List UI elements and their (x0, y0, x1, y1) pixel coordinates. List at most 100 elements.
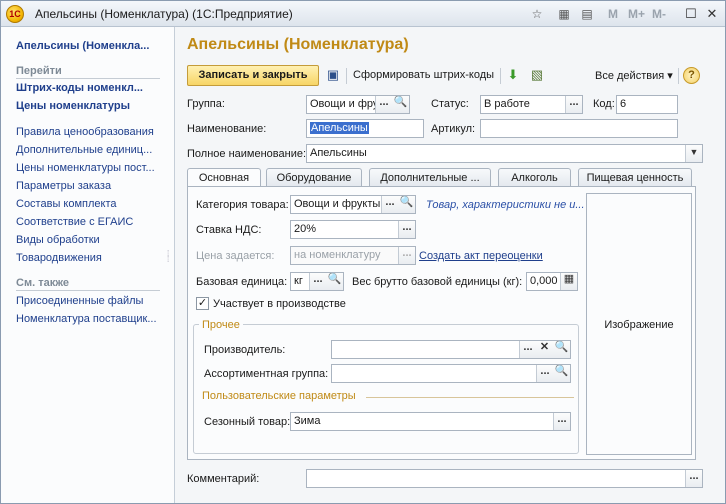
nav-divider (16, 290, 160, 291)
nav-goto-header: Перейти (16, 65, 62, 77)
nav-title[interactable]: Апельсины (Номенкла... (16, 40, 149, 52)
gross-weight-field[interactable]: 0,000 ▦ (526, 272, 578, 291)
seasonal-select-button[interactable]: ... (553, 413, 570, 430)
calendar-icon[interactable]: ▤ (579, 6, 595, 22)
1c-logo-icon[interactable]: 1С (6, 5, 24, 23)
price-set-select-button[interactable]: ... (398, 247, 415, 264)
create-revaluation-act-link[interactable]: Создать акт переоценки (419, 250, 543, 262)
search-icon[interactable]: 🔍 (392, 96, 409, 113)
all-actions-menu[interactable]: Все действия ▾ (595, 69, 673, 82)
code-field[interactable]: 6 (616, 95, 678, 114)
group-select-button[interactable]: ... (375, 96, 392, 113)
search-icon[interactable]: 🔍 (553, 341, 570, 358)
base-unit-label: Базовая единица: (196, 276, 288, 288)
navigation-panel: Апельсины (Номенкла... Перейти Штрих-код… (1, 27, 175, 503)
nav-link-supplier-prices[interactable]: Цены номенклатуры пост... (16, 162, 155, 174)
comment-field[interactable]: ... (306, 469, 703, 488)
manufacturer-label: Производитель: (204, 344, 286, 356)
user-params-divider (366, 397, 574, 398)
category-field[interactable]: Овощи и фрукты ... 🔍 (290, 195, 416, 214)
nav-link-goods-movement[interactable]: Товародвижения (16, 252, 102, 264)
app-window: 1С Апельсины (Номенклатура) (1С:Предприя… (0, 0, 726, 504)
close-icon[interactable]: ✕ (704, 6, 720, 22)
download-icon[interactable]: ⬇ (504, 66, 522, 84)
tab-main[interactable]: Основная (187, 168, 261, 188)
panel-resize-grip[interactable]: ⁞ ⁞ (167, 250, 171, 264)
tab-equipment[interactable]: Оборудование (266, 168, 362, 187)
price-set-label: Цена задается: (196, 250, 275, 262)
product-characteristics-link[interactable]: Товар, характеристики не и... (426, 199, 585, 211)
title-bar: 1С Апельсины (Номенклатура) (1С:Предприя… (1, 1, 725, 27)
seasonal-field[interactable]: Зима ... (290, 412, 571, 431)
search-icon[interactable]: 🔍 (398, 196, 415, 213)
nav-link-supplier-items[interactable]: Номенклатура поставщик... (16, 313, 157, 325)
save-icon[interactable]: ▣ (324, 66, 342, 84)
comment-open-button[interactable]: ... (685, 470, 702, 487)
base-unit-select-button[interactable]: ... (309, 273, 326, 290)
nav-divider (16, 78, 160, 79)
group-label: Группа: (187, 98, 225, 110)
group-field[interactable]: Овощи и фрукты ... 🔍 (306, 95, 410, 114)
generate-barcodes-button[interactable]: Сформировать штрих-коды (353, 69, 494, 81)
nav-link-extra-units[interactable]: Дополнительные единиц... (16, 144, 152, 156)
name-value: Апельсины (310, 122, 369, 134)
nav-link-attached-files[interactable]: Присоединенные файлы (16, 295, 143, 307)
full-name-field[interactable]: Апельсины ▼ (306, 144, 703, 163)
nav-link-pricing-rules[interactable]: Правила ценообразования (16, 126, 154, 138)
price-set-value: на номенклатуру (294, 249, 381, 261)
comment-label: Комментарий: (187, 473, 260, 485)
tab-additional[interactable]: Дополнительные ... (369, 168, 491, 187)
toolbar-separator (346, 68, 347, 84)
toolbar-separator (500, 68, 501, 84)
production-checkbox[interactable]: ✓ (196, 297, 209, 310)
write-and-close-button[interactable]: Записать и закрыть (187, 65, 319, 86)
memory-subtract-button[interactable]: M- (652, 7, 666, 21)
memory-store-button[interactable]: M (608, 7, 618, 21)
status-select-button[interactable]: ... (565, 96, 582, 113)
code-value: 6 (620, 98, 627, 110)
category-select-button[interactable]: ... (381, 196, 398, 213)
nav-link-egais[interactable]: Соответствие с ЕГАИС (16, 216, 133, 228)
nav-link-processing-types[interactable]: Виды обработки (16, 234, 100, 246)
user-params-title: Пользовательские параметры (202, 390, 356, 402)
favorites-icon[interactable]: ☆ (529, 6, 545, 22)
tab-alcohol[interactable]: Алкоголь (498, 168, 571, 187)
search-icon[interactable]: 🔍 (326, 273, 343, 290)
base-unit-field[interactable]: кг ... 🔍 (290, 272, 344, 291)
nav-link-prices[interactable]: Цены номенклатуры (16, 100, 130, 112)
calculator-icon[interactable]: ▦ (556, 6, 572, 22)
maximize-icon[interactable]: ☐ (683, 6, 699, 22)
clear-icon[interactable]: ✕ (536, 341, 553, 358)
status-field[interactable]: В работе ... (480, 95, 583, 114)
calculator-icon[interactable]: ▦ (560, 273, 577, 290)
manufacturer-field[interactable]: ... ✕ 🔍 (331, 340, 571, 359)
search-icon[interactable]: 🔍 (553, 365, 570, 382)
help-button[interactable]: ? (683, 67, 700, 84)
assortment-group-field[interactable]: ... 🔍 (331, 364, 571, 383)
page-title: Апельсины (Номенклатура) (187, 36, 409, 53)
manufacturer-select-button[interactable]: ... (519, 341, 536, 358)
nav-link-kit-contents[interactable]: Составы комплекта (16, 198, 116, 210)
other-group-title: Прочее (199, 319, 243, 331)
tab-nutrition[interactable]: Пищевая ценность (578, 168, 692, 187)
article-field[interactable] (480, 119, 678, 138)
full-name-label: Полное наименование: (187, 148, 307, 160)
name-field[interactable]: Апельсины (306, 119, 424, 138)
price-set-field[interactable]: на номенклатуру ... (290, 246, 416, 265)
assortment-group-label: Ассортиментная группа: (204, 368, 329, 380)
form-area: Апельсины (Номенклатура) Записать и закр… (176, 27, 725, 503)
image-label: Изображение (604, 319, 674, 331)
vat-field[interactable]: 20% ... (290, 220, 416, 239)
assortment-group-select-button[interactable]: ... (536, 365, 553, 382)
vat-select-button[interactable]: ... (398, 221, 415, 238)
memory-add-button[interactable]: M+ (628, 7, 645, 21)
name-label: Наименование: (187, 123, 267, 135)
chevron-down-icon[interactable]: ▼ (685, 145, 702, 162)
category-label: Категория товара: (196, 199, 289, 211)
product-image[interactable]: Изображение (586, 193, 692, 455)
nav-link-barcodes[interactable]: Штрих-коды номенкл... (16, 82, 143, 94)
vat-label: Ставка НДС: (196, 224, 262, 236)
clipboard-check-icon[interactable]: ▧ (528, 66, 546, 84)
nav-link-order-params[interactable]: Параметры заказа (16, 180, 111, 192)
base-unit-value: кг (294, 275, 303, 287)
